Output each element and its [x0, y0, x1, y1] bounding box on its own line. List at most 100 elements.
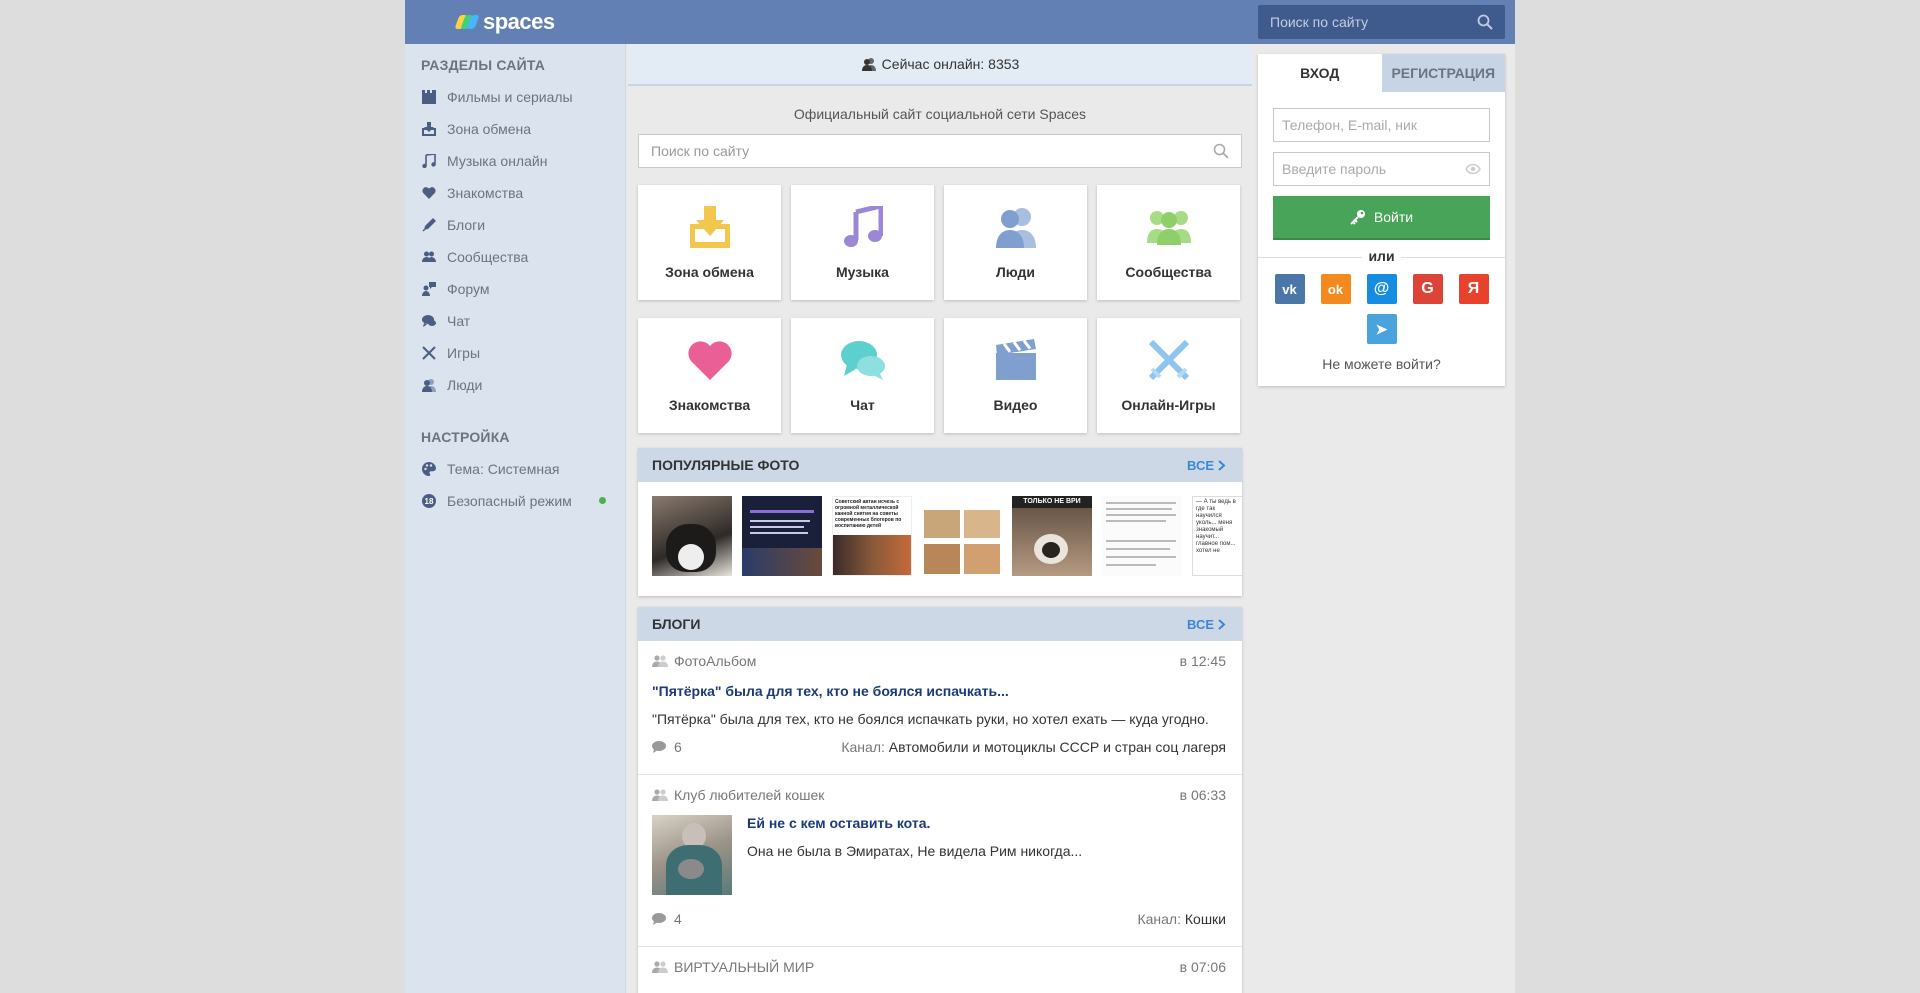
photo-caption: Советский автан исчезь с огромной металл… — [835, 499, 902, 529]
sidebar-item-music[interactable]: Музыка онлайн — [421, 151, 611, 171]
blog-post-comments[interactable]: 6 — [652, 739, 682, 755]
sidebar-item-label: Люди — [447, 377, 483, 393]
blog-post-content: Ей не с кем оставить кота. Она не была в… — [747, 815, 1082, 895]
blog-post-source[interactable]: Клуб любителей кошек — [652, 787, 824, 803]
blog-post-title[interactable]: Ей не с кем оставить кота. — [747, 815, 1082, 831]
swords-icon — [421, 345, 437, 361]
blog-post[interactable]: Клуб любителей кошек в 06:33 Ей не с кем… — [638, 775, 1242, 947]
tab-register[interactable]: РЕГИСТРАЦИЯ — [1381, 54, 1505, 92]
all-link-label: ВСЕ — [1187, 457, 1214, 473]
pen-icon — [421, 217, 437, 233]
sidebar-item-label: Блоги — [447, 217, 486, 233]
eye-icon[interactable] — [1465, 164, 1481, 174]
popular-photos-all-link[interactable]: ВСЕ — [1187, 458, 1226, 473]
tile-online-games[interactable]: Онлайн-Игры — [1097, 318, 1240, 433]
sidebar-item-blogs[interactable]: Блоги — [421, 215, 611, 235]
tab-login[interactable]: ВХОД — [1258, 54, 1382, 92]
cant-login-link[interactable]: Не можете войти? — [1258, 356, 1505, 372]
safe-mode-status-dot — [599, 497, 606, 504]
people-icon — [993, 204, 1039, 250]
tile-music[interactable]: Музыка — [791, 185, 934, 300]
odnoklassniki-login-icon[interactable]: ok — [1320, 274, 1351, 304]
sidebar-item-safe-mode[interactable]: 18 Безопасный режим — [421, 491, 606, 511]
sidebar-item-theme[interactable]: Тема: Системная — [421, 459, 611, 479]
sidebar-item-forum[interactable]: Форум — [421, 279, 611, 299]
logo[interactable]: spaces — [454, 9, 555, 35]
sidebar-item-people[interactable]: Люди — [421, 375, 611, 395]
main-search-input[interactable]: Поиск по сайту — [638, 134, 1242, 168]
yandex-login-icon[interactable]: Я — [1458, 274, 1489, 304]
blog-post-channel[interactable]: Канал: Автомобили и мотоциклы СССР и стр… — [841, 739, 1226, 755]
chat-icon — [840, 337, 886, 383]
sidebar-item-communities[interactable]: Сообщества — [421, 247, 611, 267]
photo-thumbnail[interactable] — [742, 496, 822, 576]
photo-thumbnail[interactable] — [1102, 496, 1182, 576]
top-bar: spaces Поиск по сайту — [405, 0, 1515, 44]
photo-thumbnail[interactable] — [922, 496, 1002, 576]
auth-tabs: ВХОД РЕГИСТРАЦИЯ — [1258, 54, 1505, 92]
clapper-icon — [993, 337, 1039, 383]
film-icon — [421, 89, 437, 105]
tile-people[interactable]: Люди — [944, 185, 1087, 300]
tile-video[interactable]: Видео — [944, 318, 1087, 433]
google-login-icon[interactable]: G — [1412, 274, 1443, 304]
tile-chat[interactable]: Чат — [791, 318, 934, 433]
sidebar-item-chat[interactable]: Чат — [421, 311, 611, 331]
login-button[interactable]: Войти — [1273, 196, 1490, 240]
music-icon — [421, 153, 437, 169]
blog-post-source[interactable]: ВИРТУАЛЬНЫЙ МИР — [652, 959, 814, 975]
blog-post-channel[interactable]: Канал: Кошки — [1137, 911, 1226, 927]
channel-label: Канал: — [841, 739, 885, 755]
tile-label: Знакомства — [668, 397, 751, 413]
tile-exchange[interactable]: Зона обмена — [638, 185, 781, 300]
sidebar-item-films[interactable]: Фильмы и сериалы — [421, 87, 611, 107]
photo-caption: ТОЛЬКО НЕ ВРИ — [1012, 496, 1092, 508]
blog-post-time: в 12:45 — [1179, 653, 1226, 669]
sidebar-item-games[interactable]: Игры — [421, 343, 611, 363]
group-icon — [652, 655, 668, 667]
online-counter-bar: Сейчас онлайн: 8353 — [628, 44, 1252, 86]
sidebar: РАЗДЕЛЫ САЙТА Фильмы и сериалы Зона обме… — [405, 44, 626, 993]
search-icon[interactable] — [1213, 143, 1229, 159]
comment-count: 4 — [674, 911, 682, 927]
key-icon — [1350, 210, 1365, 225]
blog-post[interactable]: ФотоАльбом в 12:45 "Пятёрка" была для те… — [638, 641, 1242, 775]
tile-dating[interactable]: Знакомства — [638, 318, 781, 433]
login-field[interactable]: Телефон, E-mail, ник — [1273, 108, 1490, 142]
tile-communities[interactable]: Сообщества — [1097, 185, 1240, 300]
login-placeholder: Телефон, E-mail, ник — [1282, 117, 1417, 133]
heart-icon — [421, 185, 437, 201]
blogs-all-link[interactable]: ВСЕ — [1187, 617, 1226, 632]
vk-login-icon[interactable]: vk — [1274, 274, 1305, 304]
blog-post-thumbnail[interactable] — [652, 815, 732, 895]
official-site-text: Официальный сайт социальной сети Spaces — [793, 106, 1087, 122]
photo-thumbnail[interactable]: — А ты ведь в где так научился уколь... … — [1192, 496, 1242, 576]
header-search-input[interactable]: Поиск по сайту — [1258, 5, 1505, 39]
heart-icon — [687, 337, 733, 383]
sidebar-item-dating[interactable]: Знакомства — [421, 183, 611, 203]
channel-label: Канал: — [1137, 911, 1181, 927]
mailru-login-icon[interactable]: @ — [1366, 274, 1397, 304]
sidebar-settings-title: НАСТРОЙКА — [421, 429, 510, 445]
blog-post-title[interactable]: "Пятёрка" была для тех, кто не боялся ис… — [652, 683, 1226, 699]
photo-thumbnail[interactable]: ТОЛЬКО НЕ ВРИ — [1012, 496, 1092, 576]
tile-label: Люди — [995, 264, 1036, 280]
blog-post-comments[interactable]: 4 — [652, 911, 682, 927]
blogs-panel: БЛОГИ ВСЕ ФотоАльбом в 12:45 "Пятёрка" б… — [638, 607, 1242, 993]
photo-thumbnail[interactable]: Советский автан исчезь с огромной металл… — [832, 496, 912, 576]
telegram-login-icon[interactable]: ➤ — [1366, 314, 1397, 344]
chat-icon — [421, 313, 437, 329]
photo-thumbnail[interactable] — [652, 496, 732, 576]
section-tiles-row-1: Зона обмена Музыка Люди Сообщества — [638, 185, 1242, 300]
age-18-badge: 18 — [422, 494, 436, 508]
login-button-label: Войти — [1373, 209, 1414, 225]
chevron-right-icon — [1218, 618, 1226, 630]
password-field[interactable]: Введите пароль — [1273, 152, 1490, 186]
popular-photos-title: ПОПУЛЯРНЫЕ ФОТО — [652, 457, 800, 473]
palette-icon — [421, 461, 437, 477]
sidebar-item-exchange[interactable]: Зона обмена — [421, 119, 611, 139]
blog-post-meta: Клуб любителей кошек в 06:33 — [652, 787, 1226, 803]
blog-post-source[interactable]: ФотоАльбом — [652, 653, 756, 669]
blog-post[interactable]: ВИРТУАЛЬНЫЙ МИР в 07:06 — [638, 947, 1242, 993]
search-icon[interactable] — [1477, 14, 1493, 30]
